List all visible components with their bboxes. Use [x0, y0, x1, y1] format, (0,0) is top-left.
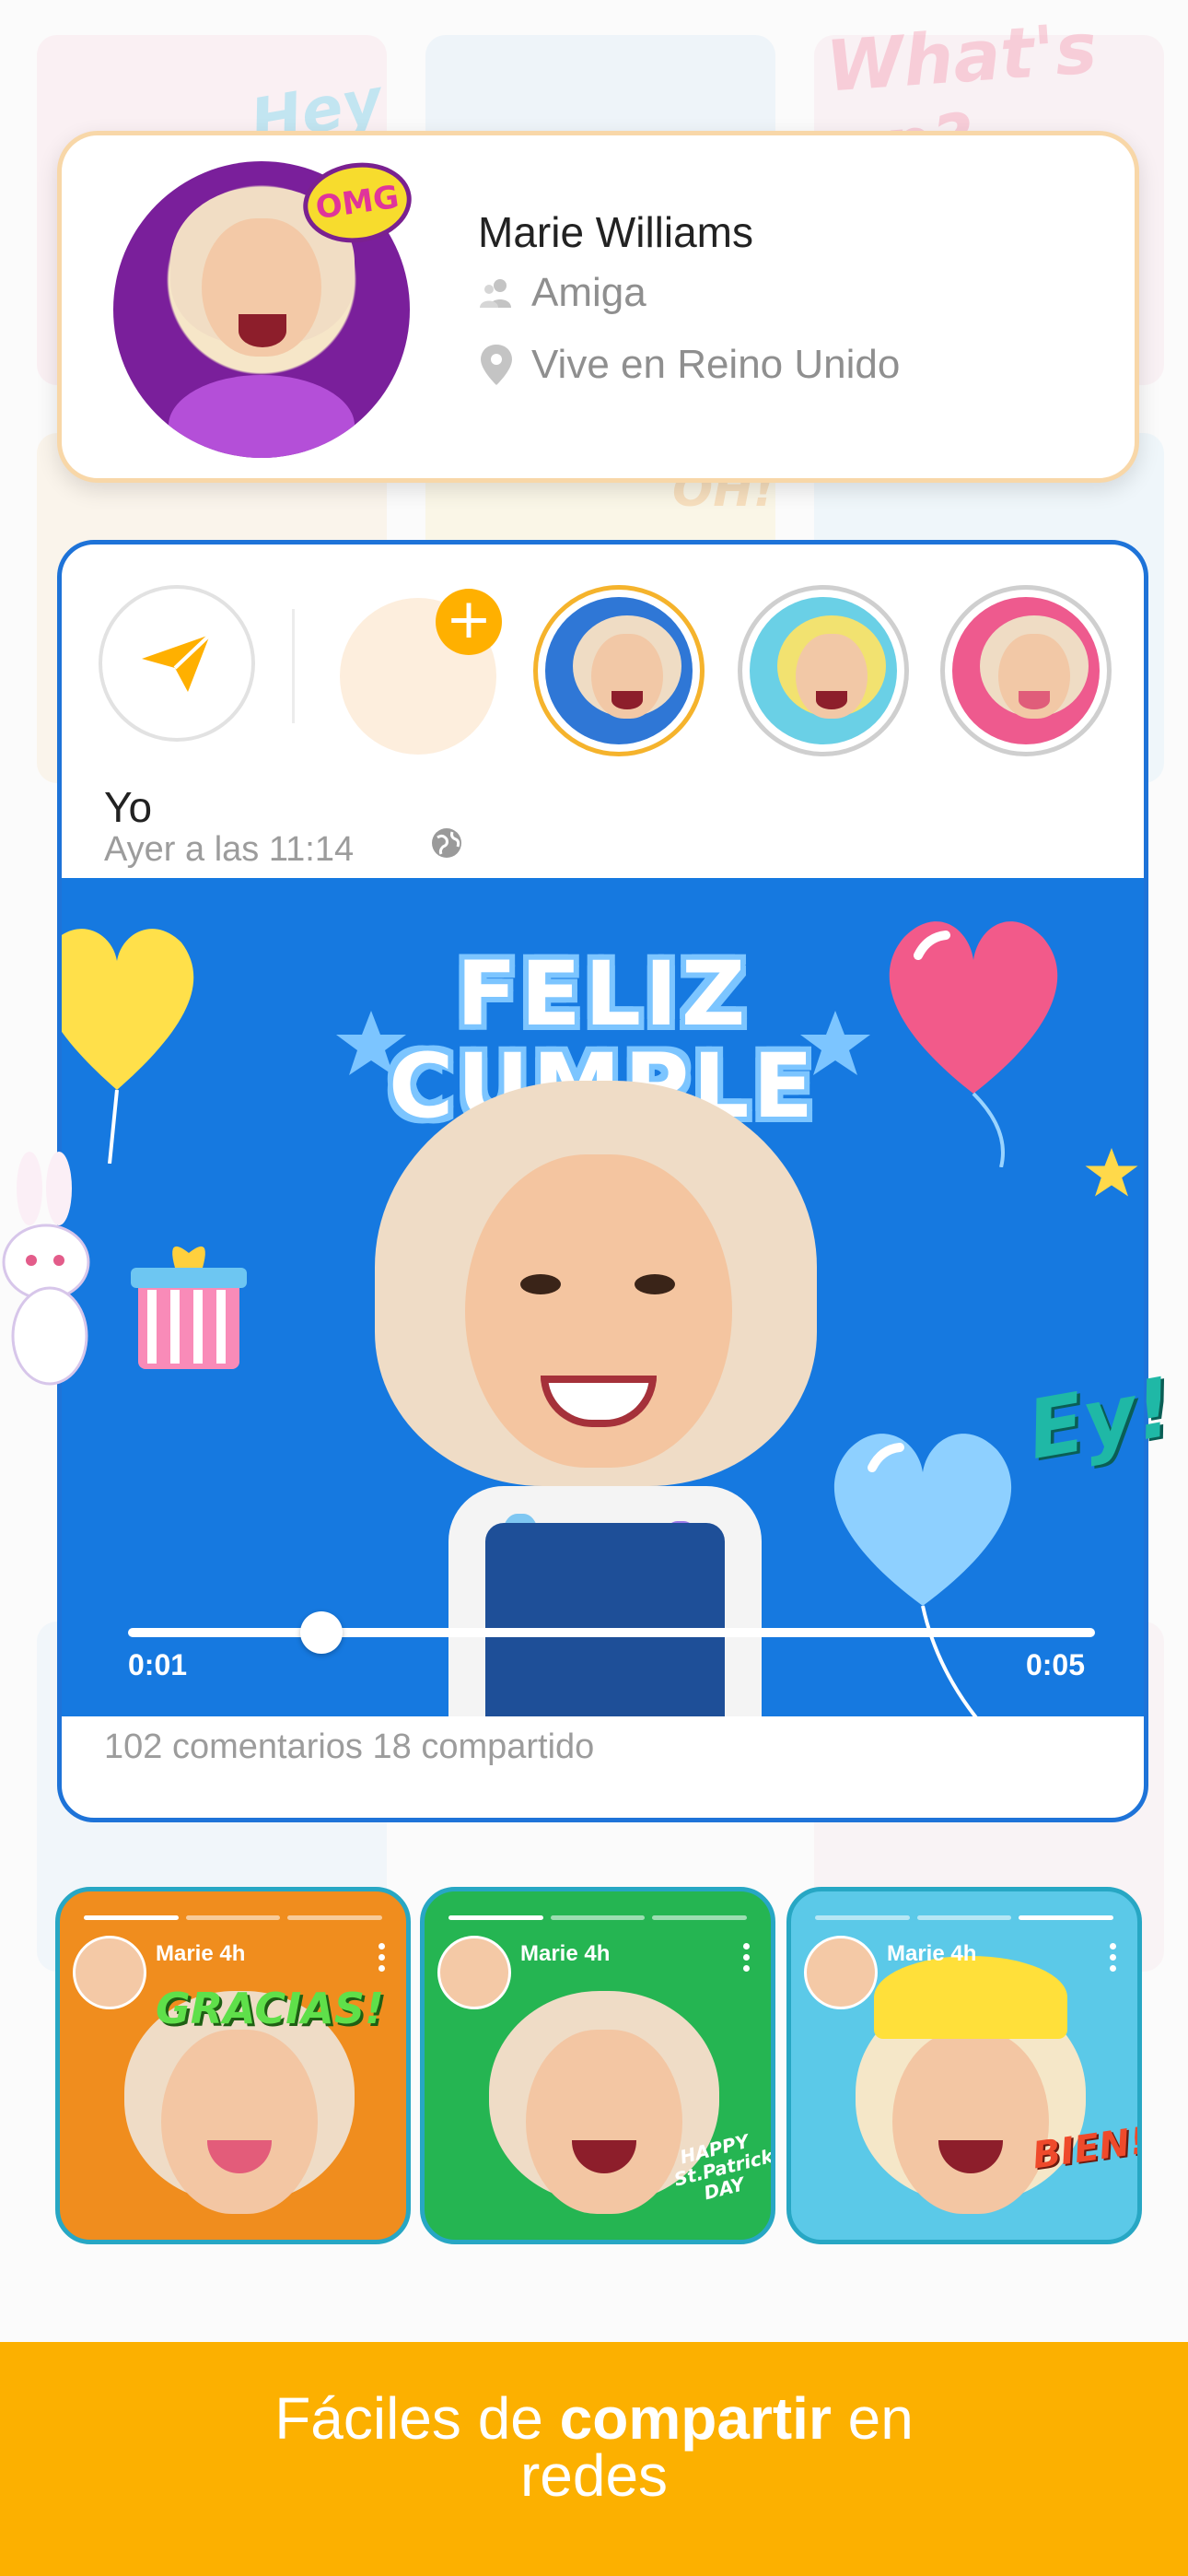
promo-text-part2: en	[831, 2385, 914, 2452]
character-eye	[520, 1274, 561, 1294]
story-card[interactable]: Marie 4h BIEN!	[786, 1887, 1142, 2244]
star-decoration	[800, 1011, 870, 1075]
yellow-cap	[874, 1956, 1067, 2039]
promo-text: Fáciles de compartir en redes	[0, 2389, 1188, 2505]
story-progress-bars	[84, 1915, 383, 1920]
globe-icon	[432, 828, 461, 858]
video-total-time: 0:05	[1025, 1648, 1085, 1681]
profile-relation: Amiga	[531, 270, 646, 315]
story-author-label: Marie 4h	[887, 1941, 977, 1966]
story-card[interactable]: Marie 4h GRACIAS!	[55, 1887, 411, 2244]
story-progress-bars	[815, 1915, 1114, 1920]
gift-box-sticker	[131, 1246, 247, 1369]
more-vertical-icon[interactable]	[743, 1943, 751, 1976]
post-timestamp: Ayer a las 11:14	[104, 830, 355, 869]
story-progress-bars	[448, 1915, 748, 1920]
stories-divider	[292, 609, 295, 723]
star-decoration	[1085, 1148, 1138, 1197]
story-author-label: Marie 4h	[156, 1941, 246, 1966]
avatar-mouth	[239, 314, 286, 347]
story-face	[161, 2030, 318, 2214]
friends-icon	[480, 279, 511, 308]
story-card[interactable]: Marie 4h HAPPY St.Patrick's DAY	[420, 1887, 775, 2244]
stories-bar: +	[62, 544, 1144, 775]
plus-icon[interactable]: +	[436, 589, 502, 655]
profile-card[interactable]: OMG Marie Williams Amiga Vive en Reino U…	[57, 131, 1139, 483]
character-overalls	[485, 1523, 725, 1716]
send-button[interactable]	[99, 585, 255, 742]
profile-relation-row: Amiga	[478, 270, 646, 316]
video-progress-track[interactable]	[128, 1628, 1095, 1637]
story-thumbnail[interactable]	[533, 585, 705, 756]
location-pin-icon	[481, 345, 512, 385]
promo-text-line2: redes	[519, 2442, 669, 2509]
paper-plane-icon	[142, 633, 212, 692]
pink-heart-balloon	[889, 921, 1058, 1167]
story-author-label: Marie 4h	[520, 1941, 611, 1966]
story-avatar[interactable]	[804, 1936, 878, 2009]
story-avatar[interactable]	[73, 1936, 146, 2009]
video-current-time: 0:01	[128, 1648, 188, 1681]
profile-location: Vive en Reino Unido	[531, 342, 901, 387]
more-vertical-icon[interactable]	[1110, 1943, 1117, 1976]
blue-heart-balloon	[833, 1434, 1012, 1716]
avatar-costume	[169, 375, 355, 458]
gracias-sticker: GRACIAS!	[156, 1984, 384, 2033]
story-face	[526, 2030, 682, 2214]
post-author[interactable]: Yo	[104, 782, 152, 832]
more-vertical-icon[interactable]	[379, 1943, 386, 1976]
profile-location-row: Vive en Reino Unido	[478, 342, 900, 388]
profile-name: Marie Williams	[478, 208, 753, 256]
promo-banner: Fáciles de compartir en redes	[0, 2342, 1188, 2576]
story-avatar[interactable]	[437, 1936, 511, 2009]
story-face	[892, 2030, 1049, 2214]
bunny-sticker	[2, 1152, 90, 1386]
story-thumbnail[interactable]	[940, 585, 1112, 756]
video-progress-handle[interactable]	[300, 1611, 343, 1654]
post-stats[interactable]: 102 comentarios 18 compartido	[104, 1727, 594, 1767]
feed-post-card: + Yo Ayer a las 11:14 FELIZ CUMPLE	[57, 540, 1148, 1822]
promo-text-part1: Fáciles de	[274, 2385, 560, 2452]
story-thumbnail[interactable]	[738, 585, 909, 756]
character-eye	[635, 1274, 675, 1294]
star-decoration	[336, 1011, 406, 1075]
yellow-heart-balloon	[62, 929, 194, 1164]
